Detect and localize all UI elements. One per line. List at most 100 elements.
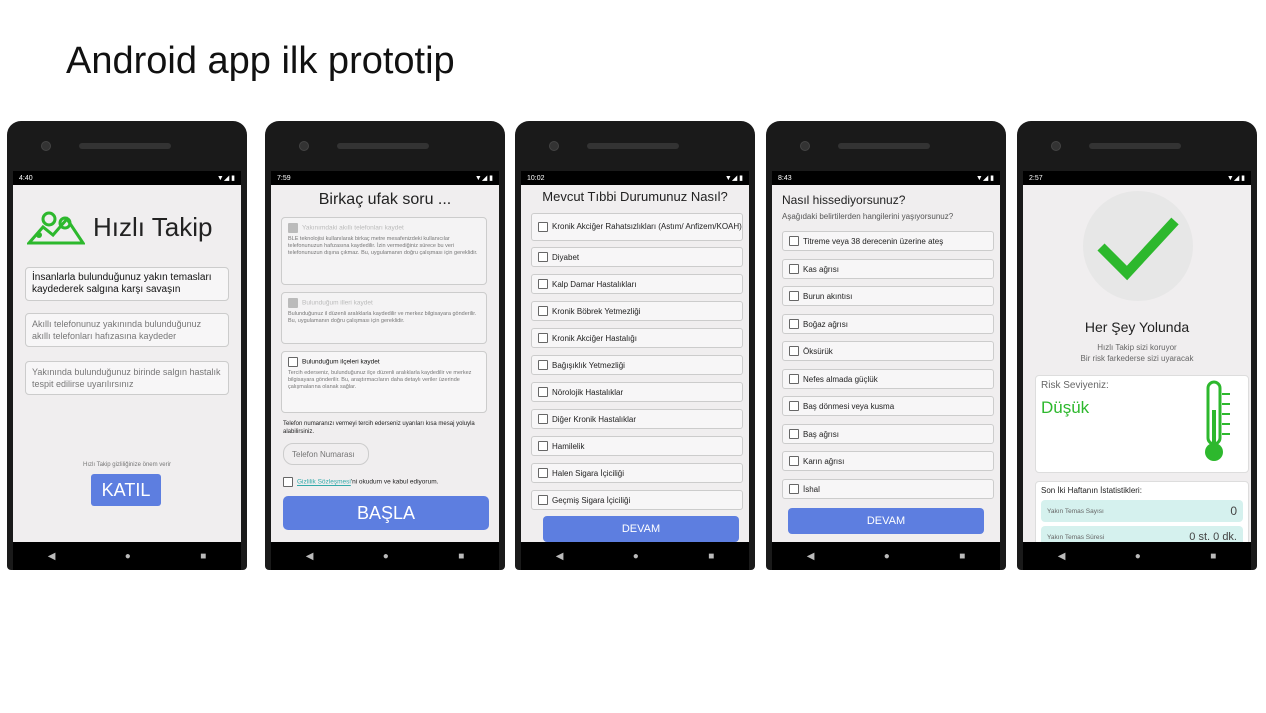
checkbox[interactable] [789,456,799,466]
stat-label-1: Yakın Temas Sayısı [1047,507,1104,515]
stats-title: Son İki Haftanın İstatistikleri: [1041,486,1142,495]
checkbox[interactable] [789,429,799,439]
medical-item[interactable]: Diğer Kronik Hastalıklar [531,409,743,429]
medical-item[interactable]: Bağışıklık Yetmezliği [531,355,743,375]
checkbox[interactable] [789,264,799,274]
item-label: Burun akıntısı [803,291,853,301]
continue-button[interactable]: DEVAM [543,516,739,542]
status-line-1: Hızlı Takip sizi koruyor [1097,343,1177,352]
medical-title: Mevcut Tıbbi Durumunuz Nasıl? [542,189,728,204]
status-title: Her Şey Yolunda [1084,319,1190,335]
symptom-item[interactable]: Nefes almada güçlük [782,369,994,389]
district-permission-desc: Tercih ederseniz, bulunduğunuz ilçe düze… [288,370,472,390]
back-icon[interactable]: ◀ [48,551,56,562]
app-brand: Hızlı Takip [27,209,212,245]
phone-questions: 7:59 ▼◢ ▮ Birkaç ufak soru ... Yakınımda… [265,121,505,570]
checkbox[interactable] [538,414,548,424]
phone-number-input[interactable] [290,448,372,460]
home-icon[interactable]: ● [383,551,389,562]
android-nav-bar: ◀ ● ■ [521,542,749,570]
medical-item[interactable]: Kronik Akciğer Rahatsızlıkları (Astım/ A… [531,213,743,241]
checkbox[interactable] [538,360,548,370]
checkbox[interactable] [538,333,548,343]
city-checkbox[interactable] [288,298,298,308]
symptoms-title: Nasıl hissediyorsunuz? [782,193,906,207]
item-label: Halen Sigara İçiciliği [552,468,625,478]
home-icon[interactable]: ● [1135,551,1141,562]
district-checkbox[interactable] [288,357,298,367]
signal-battery-icon: ▼◢ ▮ [474,175,493,182]
agreement-link[interactable]: Gizlilik Sözleşmesi [297,479,351,486]
checkbox[interactable] [538,252,548,262]
screen: 10:02 ▼◢ ▮ Mevcut Tıbbi Durumunuz Nasıl?… [521,171,749,542]
home-icon[interactable]: ● [125,551,131,562]
status-time: 7:59 [277,174,291,182]
camera-icon [800,141,810,151]
checkbox[interactable] [789,484,799,494]
symptom-item[interactable]: Öksürük [782,341,994,361]
back-icon[interactable]: ◀ [1058,551,1066,562]
info-text-2: Yakınında bulunduğunuz birinde salgın ha… [32,367,221,389]
checkbox[interactable] [538,222,548,232]
checkbox[interactable] [789,319,799,329]
stat-row-2: Yakın Temas Süresi 0 st. 0 dk. [1041,526,1243,542]
medical-item[interactable]: Kronik Böbrek Yetmezliği [531,301,743,321]
checkbox[interactable] [789,236,799,246]
item-label: Diğer Kronik Hastalıklar [552,414,637,424]
back-icon[interactable]: ◀ [807,551,815,562]
checkbox[interactable] [789,401,799,411]
checkbox[interactable] [538,279,548,289]
checkbox[interactable] [538,387,548,397]
ble-permission-card: Yakınımdaki akıllı telefonları kaydet BL… [281,217,487,285]
back-icon[interactable]: ◀ [556,551,564,562]
medical-item[interactable]: Kronik Akciğer Hastalığı [531,328,743,348]
symptom-item[interactable]: Karın ağrısı [782,451,994,471]
map-pin-logo-icon [27,211,85,245]
medical-item[interactable]: Nörolojik Hastalıklar [531,382,743,402]
signal-battery-icon: ▼◢ ▮ [724,175,743,182]
screen: 8:43 ▼◢ ▮ Nasıl hissediyorsunuz? Aşağıda… [772,171,1000,542]
symptom-item[interactable]: Boğaz ağrısı [782,314,994,334]
symptom-item[interactable]: Titreme veya 38 derecenin üzerine ateş [782,231,994,251]
checkbox[interactable] [538,441,548,451]
checkbox[interactable] [789,374,799,384]
checkbox[interactable] [789,346,799,356]
medical-item[interactable]: Geçmiş Sigara İçiciliği [531,490,743,510]
android-nav-bar: ◀ ● ■ [13,542,241,570]
join-button[interactable]: KATIL [91,474,161,506]
item-label: Karın ağrısı [803,456,845,466]
item-label: Kronik Akciğer Rahatsızlıkları (Astım/ A… [552,222,742,231]
status-time: 10:02 [527,174,545,182]
checkbox[interactable] [789,291,799,301]
screen: 2:57 ▼◢ ▮ Her Şey Yolunda Hızlı Takip si… [1023,171,1251,542]
checkbox[interactable] [538,495,548,505]
recents-icon[interactable]: ■ [458,551,464,562]
symptom-item[interactable]: Burun akıntısı [782,286,994,306]
start-button[interactable]: BAŞLA [283,496,489,530]
back-icon[interactable]: ◀ [306,551,314,562]
continue-button[interactable]: DEVAM [788,508,984,534]
home-icon[interactable]: ● [633,551,639,562]
agreement-checkbox[interactable] [283,477,293,487]
camera-icon [549,141,559,151]
checkbox[interactable] [538,468,548,478]
phone-number-field[interactable] [283,443,372,465]
medical-item[interactable]: Diyabet [531,247,743,267]
medical-item[interactable]: Halen Sigara İçiciliği [531,463,743,483]
ble-checkbox[interactable] [288,223,298,233]
recents-icon[interactable]: ■ [200,551,206,562]
medical-item[interactable]: Kalp Damar Hastalıkları [531,274,743,294]
recents-icon[interactable]: ■ [708,551,714,562]
symptom-item[interactable]: Baş ağrısı [782,424,994,444]
symptom-item[interactable]: İshal [782,479,994,499]
home-icon[interactable]: ● [884,551,890,562]
recents-icon[interactable]: ■ [1210,551,1216,562]
checkbox[interactable] [538,306,548,316]
phone-symptoms: 8:43 ▼◢ ▮ Nasıl hissediyorsunuz? Aşağıda… [766,121,1006,570]
tagline: İnsanlarla bulunduğunuz yakın temasları … [32,272,212,295]
symptom-item[interactable]: Baş dönmesi veya kusma [782,396,994,416]
medical-item[interactable]: Hamilelik [531,436,743,456]
symptom-item[interactable]: Kas ağrısı [782,259,994,279]
city-permission-title: Bulunduğum illeri kaydet [302,299,373,307]
recents-icon[interactable]: ■ [959,551,965,562]
